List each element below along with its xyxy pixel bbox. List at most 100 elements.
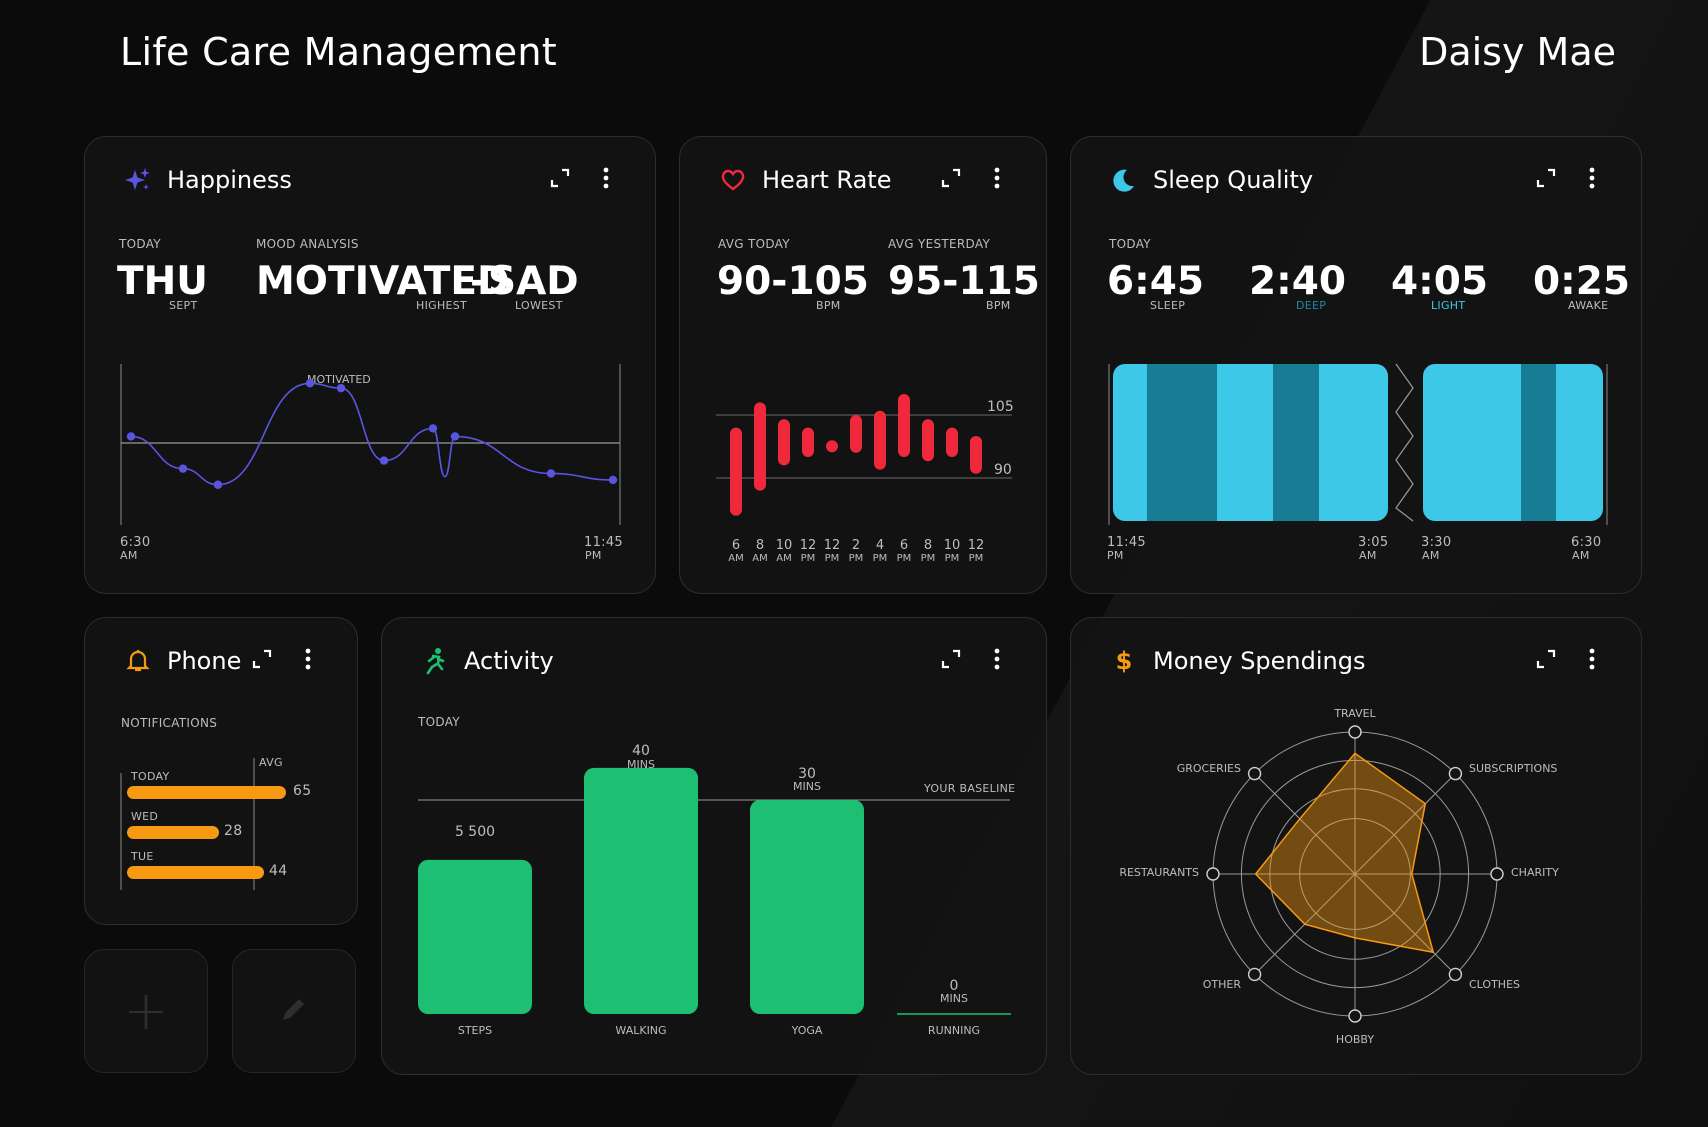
- happiness-card: Happiness TODAY THU SEPT MOOD ANALYSIS M…: [84, 136, 656, 594]
- heart-rate-bar: [850, 415, 862, 453]
- axis-label-restaurants: RESTAURANTS: [1119, 866, 1199, 879]
- heart-tick-ampm: PM: [921, 553, 936, 564]
- heart-tick-hour: 6: [900, 538, 908, 553]
- heart-rate-card: Heart Rate AVG TODAY 90-105 BPM AVG YEST…: [679, 136, 1047, 594]
- radar-axis-node: [1490, 867, 1504, 881]
- sleep-ampm-2: AM: [1359, 549, 1377, 562]
- activity-bar: [750, 800, 864, 1014]
- heart-tick-hour: 12: [800, 538, 817, 553]
- heart-rate-bar: [826, 440, 838, 453]
- sleep-timeline-chart: [1108, 363, 1608, 525]
- activity-bar-chart: [418, 767, 1011, 1015]
- line-low-label: 90: [994, 462, 1012, 478]
- end-ampm: PM: [585, 549, 602, 562]
- happiness-series-line: [130, 382, 614, 486]
- activity-bar: [584, 767, 698, 1014]
- sleep-ampm-4: AM: [1572, 549, 1590, 562]
- radar-axis-node: [1348, 1009, 1362, 1023]
- phone-row-value-wed: 28: [224, 823, 243, 839]
- sleep-gap-zigzag: [1395, 363, 1414, 522]
- happiness-point: [450, 432, 460, 441]
- happiness-point: [126, 432, 136, 441]
- axis-label-clothes: CLOTHES: [1469, 978, 1520, 991]
- axis-label-subscriptions: SUBSCRIPTIONS: [1469, 762, 1557, 775]
- heart-tick-ampm: AM: [728, 553, 743, 564]
- pencil-icon: [279, 994, 309, 1028]
- heart-rate-bar: [754, 402, 766, 491]
- heart-rate-bar: [970, 436, 982, 474]
- axis-label-charity: CHARITY: [1511, 866, 1559, 879]
- edit-layout-button[interactable]: [232, 949, 356, 1073]
- radar-axis-node: [1448, 766, 1463, 781]
- money-radar-chart: TRAVEL SUBSCRIPTIONS CHARITY CLOTHES HOB…: [1119, 707, 1559, 1046]
- sleep-time-2: 3:05: [1358, 535, 1389, 550]
- sleep-quality-card: Sleep Quality TODAY 6:45 SLEEP 2:40 DEEP…: [1070, 136, 1642, 594]
- happiness-point: [305, 379, 315, 388]
- sleep-segment-1: [1113, 364, 1388, 521]
- happiness-point: [379, 456, 389, 465]
- phone-row-label-today: TODAY: [131, 770, 170, 783]
- yoga-label: YOGA: [791, 1024, 823, 1037]
- user-name: Daisy Mae: [1419, 30, 1616, 74]
- happiness-point: [428, 424, 438, 433]
- heart-tick-ampm: PM: [801, 553, 816, 564]
- heart-tick-hour: 12: [824, 538, 841, 553]
- radar-axis-node: [1247, 766, 1262, 781]
- activity-bar: [418, 859, 532, 1014]
- phone-card: Phone NOTIFICATIONS AVG TODAY 65 WED 28 …: [84, 617, 358, 925]
- heart-tick-hour: 2: [852, 538, 860, 553]
- happiness-point: [546, 469, 556, 478]
- page-title: Life Care Management: [120, 30, 557, 74]
- money-spendings-card: $ Money Spendings TRAVEL SUBSCRIPTIONS C…: [1070, 617, 1642, 1075]
- heart-rate-bar: [730, 427, 742, 516]
- heart-rate-bar: [874, 410, 886, 470]
- heart-tick-ampm: PM: [825, 553, 840, 564]
- heart-rate-bar: [802, 427, 814, 457]
- radar-axis-node: [1348, 725, 1362, 739]
- radar-axis-node: [1448, 967, 1463, 982]
- sleep-ampm-3: AM: [1422, 549, 1440, 562]
- yoga-unit: MINS: [793, 780, 821, 793]
- sleep-ampm-1: PM: [1107, 549, 1124, 562]
- sleep-time-4: 6:30: [1571, 535, 1602, 550]
- heart-tick-hour: 10: [944, 538, 961, 553]
- heart-tick-hour: 6: [732, 538, 740, 553]
- heart-rate-bar-chart: 105 90 6AM8AM10AM12PM12PM2PM4PM6PM8PM10P…: [716, 394, 1014, 564]
- heart-rate-bar: [922, 419, 934, 462]
- plus-icon: +: [123, 979, 169, 1042]
- happiness-point: [336, 383, 346, 393]
- heart-tick-hour: 10: [776, 538, 793, 553]
- walking-label: WALKING: [615, 1024, 667, 1037]
- running-label: RUNNING: [927, 1024, 981, 1037]
- radar-axis-node: [1206, 867, 1220, 881]
- phone-row-label-tue: TUE: [131, 850, 154, 863]
- sleep-time-1: 11:45: [1107, 535, 1146, 550]
- axis-label-other: OTHER: [1203, 978, 1242, 991]
- steps-value: 5 500: [454, 824, 496, 840]
- heart-rate-bar: [946, 427, 958, 457]
- wed-bar: [127, 826, 219, 839]
- running-unit: MINS: [940, 992, 968, 1005]
- radar-axis-node: [1247, 967, 1262, 982]
- notifications-bar-chart: [120, 758, 286, 890]
- heart-tick-ampm: PM: [945, 553, 960, 564]
- phone-row-label-wed: WED: [131, 810, 159, 823]
- today-bar: [127, 786, 286, 799]
- end-time: 11:45: [584, 535, 623, 550]
- heart-tick-ampm: PM: [897, 553, 912, 564]
- heart-tick-ampm: PM: [849, 553, 864, 564]
- phone-row-value-today: 65: [293, 783, 312, 799]
- heart-tick-ampm: PM: [873, 553, 888, 564]
- heart-rate-bar: [778, 419, 790, 466]
- phone-row-value-tue: 44: [269, 863, 288, 879]
- sleep-time-3: 3:30: [1421, 535, 1452, 550]
- add-widget-button[interactable]: +: [84, 949, 208, 1073]
- walking-unit: MINS: [627, 758, 655, 771]
- heart-tick-ampm: AM: [752, 553, 767, 564]
- heart-tick-hour: 4: [876, 538, 884, 553]
- happiness-point: [213, 480, 223, 489]
- start-time: 6:30: [120, 535, 151, 550]
- sleep-segment-2: [1423, 364, 1603, 521]
- spending-area: [1254, 752, 1435, 954]
- steps-label: STEPS: [457, 1024, 493, 1037]
